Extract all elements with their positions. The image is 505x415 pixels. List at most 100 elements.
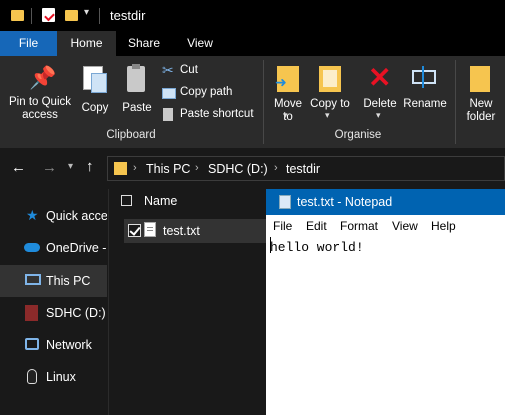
star-icon: ★ (26, 207, 39, 223)
file-checkbox[interactable] (128, 224, 141, 237)
penguin-icon (27, 369, 37, 384)
scissors-icon: ✂ (162, 62, 174, 78)
new-folder-label: New folder (466, 98, 496, 123)
pin-icon: 📌 (29, 65, 57, 90)
menu-edit[interactable]: Edit (306, 219, 327, 233)
nav-item-linux[interactable]: Linux (0, 361, 107, 393)
notepad-title-bar[interactable]: test.txt - Notepad (266, 189, 505, 215)
paste-icon (127, 64, 145, 92)
chevron-right-icon: › (274, 162, 278, 174)
new-folder-icon (470, 66, 490, 92)
cloud-icon (24, 243, 40, 252)
computer-icon (25, 274, 41, 285)
nav-label: Linux (46, 370, 76, 384)
forward-arrow-icon[interactable]: → (42, 159, 57, 176)
window-title: testdir (110, 8, 146, 23)
notepad-title: test.txt - Notepad (297, 195, 393, 209)
up-arrow-icon[interactable]: ↑ (86, 158, 94, 175)
breadcrumb-sdhc[interactable]: SDHC (D:) (208, 162, 268, 176)
pin-to-quick-access-button[interactable]: 📌 Pin to Quick access (4, 60, 76, 130)
notepad-text-area[interactable]: hello world! (270, 240, 364, 255)
nav-item-sdhc[interactable]: SDHC (D:) (0, 297, 107, 329)
menu-file[interactable]: File (273, 219, 292, 233)
paste-shortcut-icon (163, 108, 173, 121)
dropdown-arrow-icon: ▾ (325, 110, 330, 120)
menu-format[interactable]: Format (340, 219, 378, 233)
cut-label: Cut (180, 64, 198, 76)
copy-path-label: Copy path (180, 86, 233, 98)
tab-file[interactable]: File (0, 31, 57, 56)
nav-item-this-pc[interactable]: This PC (0, 265, 107, 297)
tab-home[interactable]: Home (57, 31, 116, 56)
copy-to-label: Copy to (310, 98, 350, 110)
tab-view[interactable]: View (172, 31, 228, 56)
copy-icon (83, 66, 107, 93)
new-folder-button[interactable]: New folder (458, 60, 504, 130)
copy-path-button[interactable]: Copy path (160, 84, 260, 102)
separator (31, 8, 32, 24)
organise-group-label: Organise (334, 129, 382, 141)
nav-item-network[interactable]: Network (0, 329, 107, 361)
ribbon: 📌 Pin to Quick access Copy Paste ✂ Cut C… (0, 56, 505, 148)
nav-item-quick-access[interactable]: ★ Quick access (0, 200, 107, 232)
nav-label: Quick access (46, 209, 107, 223)
chevron-right-icon: › (133, 162, 137, 174)
customize-toolbar-icon[interactable]: ▾ (84, 7, 89, 18)
move-to-label: Move to (273, 98, 303, 123)
clipboard-group-label: Clipboard (106, 129, 156, 141)
nav-label: SDHC (D:) (46, 306, 106, 320)
text-file-icon (144, 222, 156, 237)
column-header-name[interactable]: Name (144, 194, 177, 208)
menu-help[interactable]: Help (431, 219, 456, 233)
paste-label: Paste (122, 102, 152, 114)
delete-button[interactable]: ✕ Delete ▾ (358, 60, 402, 130)
network-icon (25, 338, 39, 350)
folder-icon (114, 162, 127, 175)
new-folder-icon[interactable] (65, 10, 78, 21)
paste-shortcut-button[interactable]: Paste shortcut (160, 106, 260, 124)
address-bar[interactable]: › This PC › SDHC (D:) › testdir (107, 156, 505, 181)
select-all-checkbox[interactable] (121, 195, 132, 206)
cut-button[interactable]: ✂ Cut (160, 62, 260, 80)
copy-path-icon (162, 88, 176, 99)
pin-label: Pin to Quick access (9, 96, 71, 121)
delete-x-icon: ✕ (368, 62, 392, 93)
sd-card-icon (25, 305, 38, 321)
pane-divider[interactable] (108, 189, 109, 415)
title-bar: ▾ testdir (0, 0, 505, 31)
properties-icon[interactable] (42, 8, 55, 22)
notepad-icon (279, 195, 291, 209)
nav-label: This PC (46, 274, 91, 288)
nav-label: OneDrive - (46, 241, 107, 255)
paste-button[interactable]: Paste (118, 60, 156, 130)
file-row-test-txt[interactable]: test.txt (124, 219, 266, 243)
chevron-right-icon: › (195, 162, 199, 174)
breadcrumb-this-pc[interactable]: This PC (146, 162, 190, 176)
tab-share[interactable]: Share (116, 31, 172, 56)
dropdown-arrow-icon: ▾ (283, 110, 288, 120)
nav-item-onedrive[interactable]: OneDrive - (0, 232, 107, 264)
move-folder-icon: ➜ (275, 66, 299, 92)
ribbon-tabs: File Home Share View (0, 31, 505, 56)
rename-label: Rename (403, 98, 447, 110)
recent-locations-icon[interactable]: ▾ (68, 161, 73, 172)
paste-shortcut-label: Paste shortcut (180, 108, 254, 120)
notepad-window[interactable]: test.txt - Notepad File Edit Format View… (266, 189, 505, 415)
dropdown-arrow-icon: ▾ (376, 110, 381, 120)
notepad-menu-bar: File Edit Format View Help (266, 215, 505, 235)
breadcrumb-testdir[interactable]: testdir (286, 162, 320, 176)
group-separator (455, 60, 456, 144)
menu-view[interactable]: View (392, 219, 418, 233)
copy-button[interactable]: Copy (78, 60, 112, 130)
copy-folder-icon (319, 66, 341, 92)
copy-to-button[interactable]: Copy to ▾ (310, 60, 350, 130)
nav-label: Network (46, 338, 92, 352)
rename-icon (412, 66, 436, 88)
file-name: test.txt (163, 224, 200, 238)
folder-icon (11, 10, 24, 21)
back-arrow-icon[interactable]: ← (11, 159, 26, 176)
rename-button[interactable]: Rename (402, 60, 448, 130)
separator (99, 8, 100, 24)
move-to-button[interactable]: ➜ Move to ▾ (268, 60, 308, 130)
copy-label: Copy (81, 102, 109, 114)
